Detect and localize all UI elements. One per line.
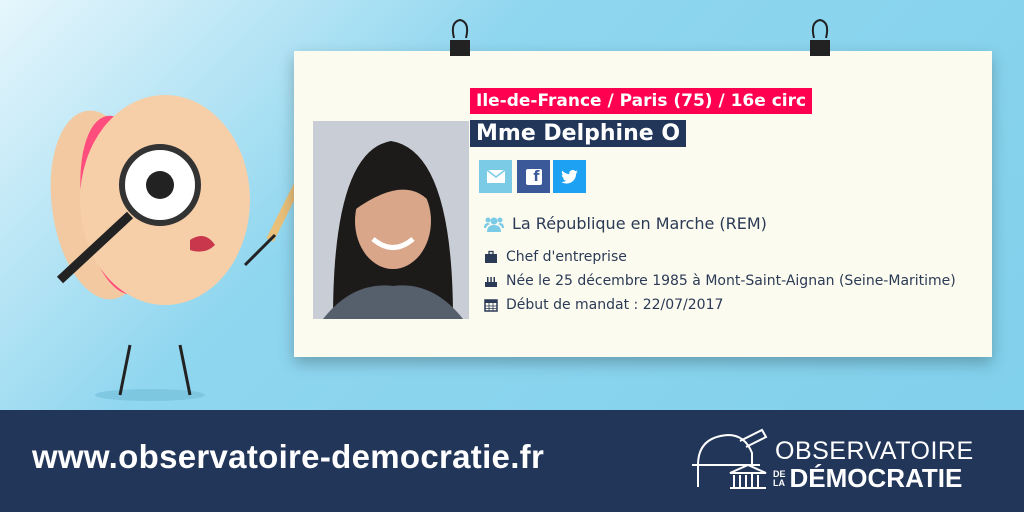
profession-text: Chef d'entreprise [506, 249, 627, 265]
facebook-icon: f [525, 168, 542, 185]
birthday-cake-icon [485, 277, 497, 287]
profession-row: Chef d'entreprise [484, 249, 627, 265]
twitter-icon [561, 169, 578, 184]
logo-democratie: DÉMOCRATIE [789, 463, 963, 493]
deputy-photo [313, 121, 469, 319]
birth-row: Née le 25 décembre 1985 à Mont-Saint-Aig… [484, 273, 956, 289]
macaron-mascot-illustration [50, 95, 329, 401]
logo-la: LA [773, 477, 785, 488]
facebook-button[interactable]: f [517, 160, 550, 193]
users-icon [484, 217, 504, 232]
twitter-button[interactable] [553, 160, 586, 193]
observatory-logo-icon [692, 428, 768, 489]
binder-clip-icon [450, 18, 470, 56]
birth-text: Née le 25 décembre 1985 à Mont-Saint-Aig… [506, 273, 956, 289]
binder-clip-icon [810, 18, 830, 56]
party-row: La République en Marche (REM) [484, 214, 767, 233]
mandate-row: Début de mandat : 22/07/2017 [484, 297, 723, 313]
email-button[interactable] [479, 160, 512, 193]
deputy-name: Mme Delphine O [470, 120, 687, 147]
calendar-icon [484, 299, 498, 312]
website-link[interactable]: www.observatoire-democratie.fr [32, 438, 544, 476]
logo-text-democratie: DE LA DÉMOCRATIE [773, 463, 962, 494]
briefcase-icon [485, 250, 497, 263]
mandate-text: Début de mandat : 22/07/2017 [506, 297, 724, 313]
constituency-label: Ile-de-France / Paris (75) / 16e circ [470, 88, 813, 114]
envelope-icon [486, 170, 505, 183]
logo-text-observatoire: OBSERVATOIRE [775, 437, 974, 465]
party-name: La République en Marche (REM) [512, 214, 767, 233]
logo-de-la: DE LA [773, 469, 786, 488]
